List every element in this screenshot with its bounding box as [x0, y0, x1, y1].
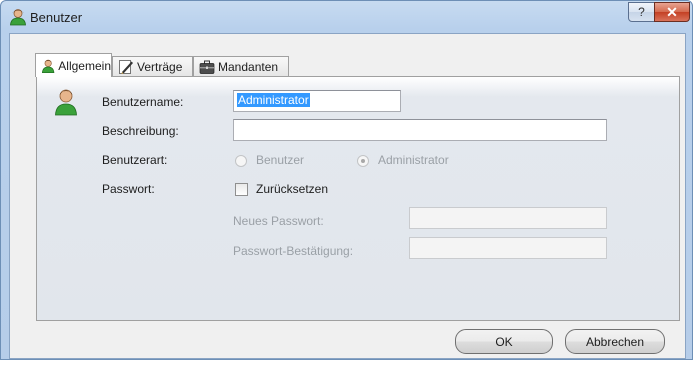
briefcase-icon — [199, 60, 215, 74]
user-avatar-icon — [55, 89, 77, 116]
confirm-password-input[interactable] — [409, 237, 607, 259]
description-label: Beschreibung: — [102, 124, 179, 138]
radio-selected-dot — [361, 159, 365, 163]
tab-panel-allgemein: Benutzername: Administrator Beschreibung… — [36, 76, 680, 321]
reset-password-label: Zurücksetzen — [256, 182, 329, 196]
contract-pen-icon — [119, 59, 133, 74]
tab-label: Mandanten — [218, 59, 279, 74]
close-icon: ✕ — [666, 3, 678, 20]
ok-button[interactable]: OK — [455, 329, 553, 354]
user-icon — [42, 59, 55, 73]
close-button[interactable]: ✕ — [654, 2, 690, 22]
usertype-label: Benutzerart: — [102, 153, 168, 167]
password-label: Passwort: — [102, 182, 155, 196]
window-title: Benutzer — [30, 10, 83, 25]
ok-button-label: OK — [495, 334, 513, 349]
usertype-radio-administrator[interactable] — [357, 155, 369, 167]
new-password-input[interactable] — [409, 207, 607, 229]
user-icon — [10, 9, 26, 26]
dialog-client-area: Allgemein Verträge Mandanten Benutzernam… — [9, 33, 686, 359]
confirm-password-label: Passwort-Bestätigung: — [233, 244, 354, 258]
new-password-label: Neues Passwort: — [233, 214, 324, 228]
description-input[interactable] — [233, 119, 607, 141]
tab-mandanten[interactable]: Mandanten — [193, 56, 289, 76]
dialog-window: Benutzer ? ✕ Allgemein Verträge Mandante… — [0, 0, 693, 360]
help-icon: ? — [638, 5, 645, 19]
username-input[interactable]: Administrator — [233, 90, 401, 112]
reset-password-checkbox[interactable] — [235, 183, 248, 196]
title-bar[interactable]: Benutzer ? ✕ — [1, 1, 692, 34]
usertype-option-administrator: Administrator — [378, 153, 449, 167]
username-value: Administrator — [237, 93, 310, 107]
usertype-radio-benutzer[interactable] — [235, 155, 247, 167]
tab-allgemein[interactable]: Allgemein — [35, 53, 112, 77]
cancel-button[interactable]: Abbrechen — [565, 329, 665, 354]
tab-label: Verträge — [137, 59, 183, 74]
help-button[interactable]: ? — [628, 2, 655, 22]
username-label: Benutzername: — [102, 95, 184, 109]
tab-vertraege[interactable]: Verträge — [112, 56, 193, 76]
tab-label: Allgemein — [58, 58, 111, 73]
cancel-button-label: Abbrechen — [585, 334, 645, 349]
usertype-option-benutzer: Benutzer — [256, 153, 305, 167]
